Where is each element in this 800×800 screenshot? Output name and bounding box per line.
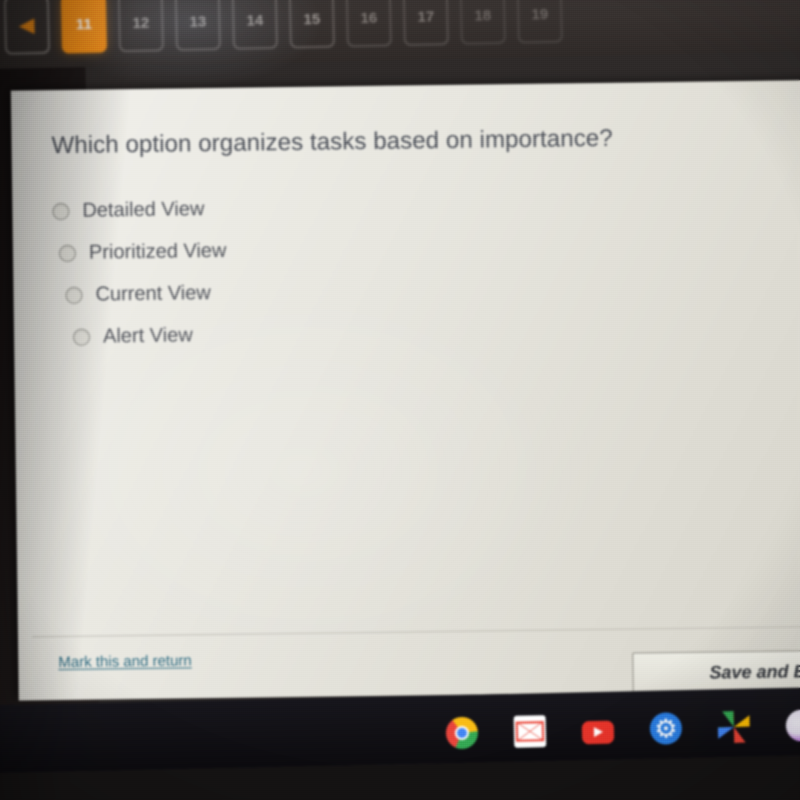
previous-arrow-icon: ◀	[19, 14, 35, 36]
question-button-label: 17	[417, 7, 435, 26]
gmail-icon[interactable]	[513, 715, 547, 748]
youtube-icon[interactable]	[581, 720, 615, 745]
question-button-label: 19	[531, 5, 549, 23]
question-text: Which option organizes tasks based on im…	[51, 124, 613, 160]
quiz-card: Which option organizes tasks based on im…	[10, 79, 800, 701]
answer-option-detailed-view[interactable]: Detailed View	[52, 184, 513, 232]
question-button-11[interactable]: 11	[60, 0, 108, 54]
question-button-label: 16	[360, 9, 378, 27]
save-and-exit-label: Save and E	[709, 660, 800, 683]
shelf-icon-list	[445, 709, 800, 750]
question-button-label: 13	[189, 12, 207, 31]
radio-button-icon[interactable]	[65, 286, 83, 304]
answer-option-current-view[interactable]: Current View	[65, 268, 514, 316]
chrome-icon[interactable]	[445, 716, 479, 750]
question-button-18[interactable]: 18	[459, 0, 506, 45]
answer-option-alert-view[interactable]: Alert View	[72, 310, 515, 358]
question-button-label: 14	[246, 11, 264, 29]
question-button-label: 12	[132, 14, 150, 32]
answer-option-prioritized-view[interactable]: Prioritized View	[58, 226, 514, 274]
question-button-13[interactable]: 13	[174, 0, 221, 52]
radio-button-icon[interactable]	[58, 244, 77, 262]
mark-this-and-return-link[interactable]: Mark this and return	[58, 652, 192, 671]
answer-option-label: Prioritized View	[88, 239, 227, 264]
question-button-label: 11	[75, 15, 93, 33]
edge-browser-icon[interactable]	[785, 709, 800, 742]
answer-option-label: Detailed View	[82, 197, 205, 222]
question-button-16[interactable]: 16	[345, 0, 392, 48]
previous-question-button[interactable]: ◀	[3, 0, 51, 55]
question-navigation-bar: ◀ 11 12 13 14 15 16 17 18 19	[0, 0, 800, 70]
google-photos-icon[interactable]	[718, 711, 751, 744]
answer-options-list: Detailed View Prioritized View Current V…	[52, 184, 514, 358]
laptop-screen: ◀ 11 12 13 14 15 16 17 18 19 Which optio…	[0, 0, 800, 774]
question-button-12[interactable]: 12	[117, 0, 165, 53]
question-button-15[interactable]: 15	[288, 0, 335, 49]
question-button-17[interactable]: 17	[402, 0, 449, 47]
question-button-label: 18	[474, 6, 492, 25]
radio-button-icon[interactable]	[72, 328, 91, 346]
question-button-14[interactable]: 14	[231, 0, 278, 50]
footer-divider	[31, 625, 800, 638]
settings-icon[interactable]	[649, 712, 683, 745]
photo-of-chromebook-screen: ◀ 11 12 13 14 15 16 17 18 19 Which optio…	[0, 0, 800, 800]
radio-button-icon[interactable]	[52, 202, 70, 220]
question-button-label: 15	[303, 10, 321, 28]
answer-option-label: Alert View	[102, 323, 193, 347]
answer-option-label: Current View	[95, 281, 211, 306]
question-button-19[interactable]: 19	[516, 0, 563, 44]
